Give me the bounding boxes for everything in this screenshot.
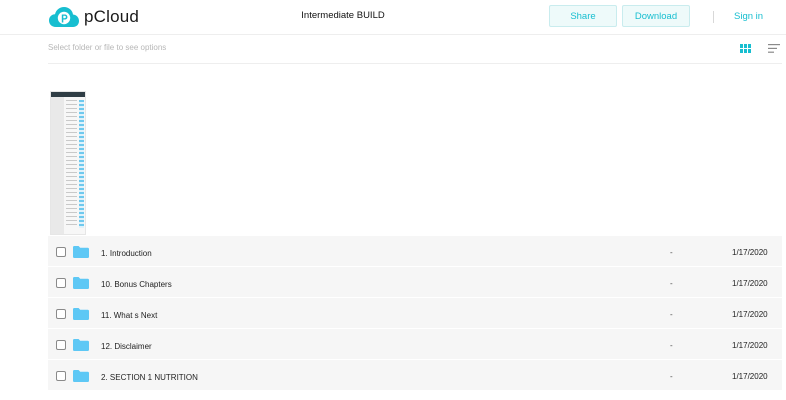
sort-icon[interactable] <box>768 44 780 53</box>
thumbnail-column <box>79 100 84 228</box>
folder-icon <box>73 308 89 320</box>
row-checkbox[interactable] <box>56 340 66 350</box>
thumbnail-sidebar <box>51 97 64 234</box>
file-name[interactable]: 10. Bonus Chapters <box>101 280 172 289</box>
file-list: 1. Introduction - 1/17/2020 10. Bonus Ch… <box>48 236 782 391</box>
selection-hint: Select folder or file to see options <box>48 43 167 52</box>
file-date: 1/17/2020 <box>732 372 768 381</box>
grid-view-icon[interactable] <box>740 44 751 53</box>
file-name[interactable]: 11. What s Next <box>101 311 157 320</box>
file-size: - <box>670 279 673 288</box>
table-row[interactable]: 11. What s Next - 1/17/2020 <box>48 298 782 329</box>
toolbar-divider-line <box>48 63 782 64</box>
top-bar: pCloud Intermediate BUILD Share Download… <box>0 0 786 34</box>
file-size: - <box>670 248 673 257</box>
folder-icon <box>73 246 89 258</box>
file-name[interactable]: 1. Introduction <box>101 249 152 258</box>
share-button[interactable]: Share <box>549 5 617 27</box>
file-date: 1/17/2020 <box>732 341 768 350</box>
row-checkbox[interactable] <box>56 371 66 381</box>
file-size: - <box>670 310 673 319</box>
file-date: 1/17/2020 <box>732 310 768 319</box>
row-checkbox[interactable] <box>56 278 66 288</box>
header-divider-line <box>0 34 786 35</box>
file-size: - <box>670 341 673 350</box>
file-thumbnail[interactable] <box>50 91 86 235</box>
table-row[interactable]: 2. SECTION 1 NUTRITION - 1/17/2020 <box>48 360 782 391</box>
file-date: 1/17/2020 <box>732 248 768 257</box>
thumbnail-lines <box>66 100 77 228</box>
row-checkbox[interactable] <box>56 309 66 319</box>
folder-icon <box>73 370 89 382</box>
file-name[interactable]: 12. Disclaimer <box>101 342 152 351</box>
download-button[interactable]: Download <box>622 5 690 27</box>
file-date: 1/17/2020 <box>732 279 768 288</box>
row-checkbox[interactable] <box>56 247 66 257</box>
file-size: - <box>670 372 673 381</box>
sign-in-link[interactable]: Sign in <box>734 11 763 22</box>
header-divider <box>713 11 714 23</box>
table-row[interactable]: 1. Introduction - 1/17/2020 <box>48 236 782 267</box>
table-row[interactable]: 12. Disclaimer - 1/17/2020 <box>48 329 782 360</box>
folder-icon <box>73 339 89 351</box>
file-name[interactable]: 2. SECTION 1 NUTRITION <box>101 373 198 382</box>
table-row[interactable]: 10. Bonus Chapters - 1/17/2020 <box>48 267 782 298</box>
folder-icon <box>73 277 89 289</box>
